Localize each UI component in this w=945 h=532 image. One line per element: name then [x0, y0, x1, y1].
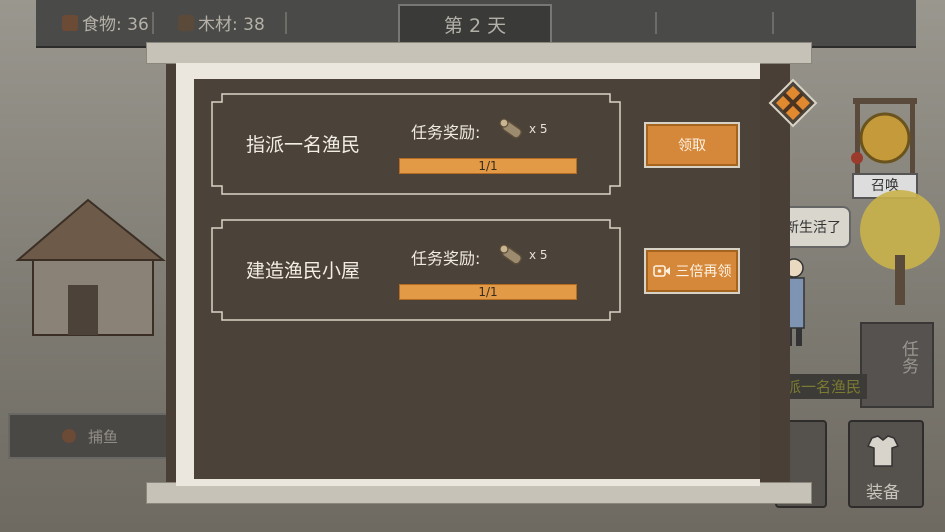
tree-illustration [860, 190, 940, 305]
food-label: 食物: 36 [82, 15, 149, 35]
claim-button-label: 领取 [678, 138, 706, 154]
task-card: 指派一名渔民 任务奖励: x 5 1/1 领取 [208, 92, 740, 196]
divider [655, 12, 657, 34]
task-title: 指派一名渔民 [246, 134, 361, 156]
food-resource: 食物: 36 [62, 10, 149, 35]
equipment-label: 装备 [866, 483, 900, 503]
divider [772, 12, 774, 34]
wood-resource: 木材: 38 [178, 10, 265, 35]
wood-label: 木材: 38 [198, 15, 265, 35]
claim-button[interactable]: 领取 [644, 122, 740, 168]
triple-claim-label: 三倍再领 [675, 264, 732, 280]
video-camera-icon [652, 265, 670, 277]
fishing-button-label: 捕鱼 [87, 427, 118, 446]
task-title: 建造渔民小屋 [246, 260, 361, 282]
armor-icon [866, 435, 900, 467]
divider [152, 12, 154, 34]
task-side-label: 任务 [898, 340, 918, 374]
wood-log-icon [499, 244, 523, 265]
progress-text: 1/1 [478, 285, 498, 299]
triple-claim-button[interactable]: 三倍再领 [644, 248, 740, 294]
fish-icon [61, 429, 76, 443]
reward-amount: x 5 [529, 122, 548, 136]
hut-illustration [15, 198, 166, 336]
wood-log-icon [499, 118, 523, 139]
progress-text: 1/1 [478, 159, 498, 173]
close-icon[interactable] [768, 78, 818, 128]
progress-bar: 1/1 [399, 158, 577, 174]
reward-amount: x 5 [529, 248, 548, 262]
reward-label: 任务奖励: [411, 249, 481, 268]
wood-icon [178, 14, 194, 31]
progress-bar: 1/1 [399, 284, 577, 300]
task-card: 建造渔民小屋 任务奖励: x 5 1/1 三倍再领 [208, 218, 740, 322]
reward-label: 任务奖励: [411, 123, 481, 142]
dialog-top-cap [146, 42, 812, 64]
food-icon [62, 14, 78, 31]
divider [285, 12, 287, 34]
